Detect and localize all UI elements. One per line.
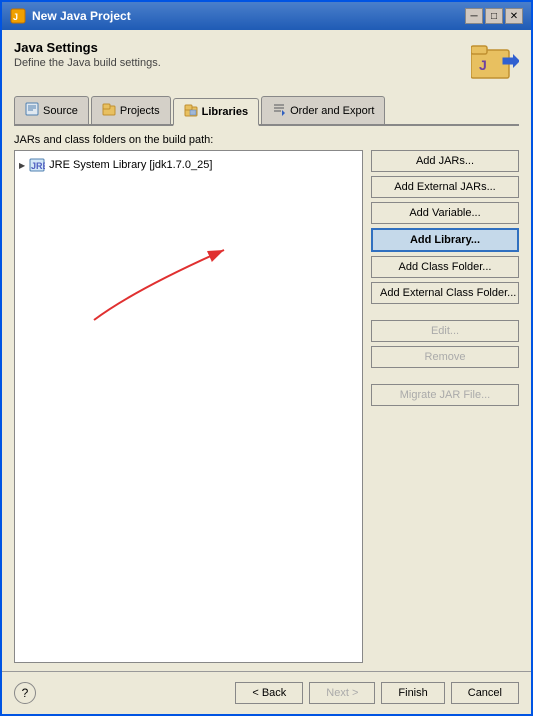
tab-projects[interactable]: Projects <box>91 96 171 124</box>
tab-libraries[interactable]: Libraries <box>173 98 259 126</box>
window-title: New Java Project <box>32 9 131 23</box>
tab-source[interactable]: Source <box>14 96 89 124</box>
svg-text:JRE: JRE <box>31 161 45 171</box>
header-text: Java Settings Define the Java build sett… <box>14 40 161 69</box>
add-jars-button[interactable]: Add JARs... <box>371 150 519 172</box>
title-bar-left: J New Java Project <box>10 8 131 24</box>
minimize-button[interactable]: ─ <box>465 8 483 24</box>
back-button[interactable]: < Back <box>235 682 303 704</box>
add-class-folder-button[interactable]: Add Class Folder... <box>371 256 519 278</box>
migrate-jar-button[interactable]: Migrate JAR File... <box>371 384 519 406</box>
page-title: Java Settings <box>14 40 161 55</box>
jre-library-label: JRE System Library [jdk1.7.0_25] <box>49 159 212 171</box>
finish-button[interactable]: Finish <box>381 682 444 704</box>
tree-arrow-icon: ▶ <box>19 161 25 170</box>
button-panel: Add JARs... Add External JARs... Add Var… <box>371 150 519 663</box>
help-button[interactable]: ? <box>14 682 36 704</box>
java-settings-icon: J <box>471 40 519 88</box>
tab-source-label: Source <box>43 105 78 117</box>
source-icon <box>25 102 39 119</box>
tree-item[interactable]: ▶ JRE JRE System Library [jdk1.7.0_25] <box>19 155 358 175</box>
svg-text:J: J <box>479 57 487 73</box>
tab-order-export[interactable]: Order and Export <box>261 96 385 124</box>
libraries-icon <box>184 103 198 120</box>
add-variable-button[interactable]: Add Variable... <box>371 202 519 224</box>
order-icon <box>272 102 286 119</box>
title-bar: J New Java Project ─ □ ✕ <box>2 2 531 30</box>
tab-bar: Source Projects <box>14 96 519 126</box>
title-bar-controls: ─ □ ✕ <box>465 8 523 24</box>
jre-library-icon: JRE <box>29 157 45 173</box>
projects-icon <box>102 102 116 119</box>
next-button[interactable]: Next > <box>309 682 375 704</box>
button-spacer-2 <box>371 372 519 380</box>
main-section: JARs and class folders on the build path… <box>14 134 519 663</box>
footer-buttons: < Back Next > Finish Cancel <box>235 682 519 704</box>
footer: ? < Back Next > Finish Cancel <box>2 671 531 714</box>
section-label: JARs and class folders on the build path… <box>14 134 519 146</box>
svg-text:J: J <box>13 12 18 22</box>
tree-panel[interactable]: ▶ JRE JRE System Library [jdk1.7.0_25] <box>14 150 363 663</box>
header-section: Java Settings Define the Java build sett… <box>14 40 519 88</box>
tab-libraries-label: Libraries <box>202 106 248 118</box>
tab-order-export-label: Order and Export <box>290 105 374 117</box>
button-spacer <box>371 308 519 316</box>
remove-button[interactable]: Remove <box>371 346 519 368</box>
panel-row: ▶ JRE JRE System Library [jdk1.7.0_25] <box>14 150 519 663</box>
maximize-button[interactable]: □ <box>485 8 503 24</box>
cancel-button[interactable]: Cancel <box>451 682 519 704</box>
content-area: Java Settings Define the Java build sett… <box>2 30 531 663</box>
close-button[interactable]: ✕ <box>505 8 523 24</box>
page-subtitle: Define the Java build settings. <box>14 57 161 69</box>
footer-left: ? <box>14 682 36 704</box>
add-library-button[interactable]: Add Library... <box>371 228 519 252</box>
edit-button[interactable]: Edit... <box>371 320 519 342</box>
tab-projects-label: Projects <box>120 105 160 117</box>
add-external-class-folder-button[interactable]: Add External Class Folder... <box>371 282 519 304</box>
java-project-icon: J <box>10 8 26 24</box>
window: J New Java Project ─ □ ✕ Java Settings D… <box>0 0 533 716</box>
add-external-jars-button[interactable]: Add External JARs... <box>371 176 519 198</box>
